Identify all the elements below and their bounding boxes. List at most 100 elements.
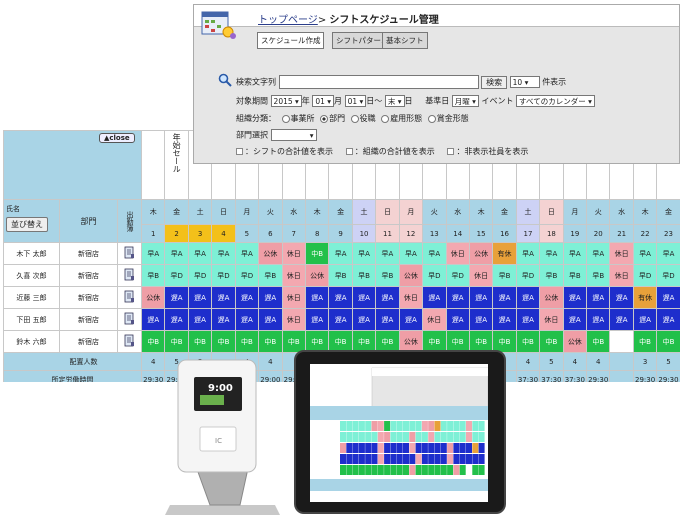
shift-cell[interactable]: 遅A: [468, 286, 494, 309]
shift-cell[interactable]: 早A: [211, 242, 236, 265]
shift-cell[interactable]: 休日: [422, 308, 447, 331]
date-cell[interactable]: 2: [164, 224, 189, 243]
shift-cell[interactable]: 遅A: [562, 308, 588, 331]
employee-name[interactable]: 近藤 三郎: [3, 286, 60, 309]
tab-basic-shift[interactable]: 基本シフト: [382, 32, 428, 49]
shift-cell[interactable]: 遅A: [656, 286, 680, 309]
shift-cell[interactable]: 中B: [632, 330, 658, 353]
date-cell[interactable]: 17: [515, 224, 541, 243]
shift-cell[interactable]: 早A: [539, 242, 564, 265]
shift-cell[interactable]: 中B: [539, 330, 564, 353]
attendance-book-icon[interactable]: [124, 246, 135, 259]
shift-cell[interactable]: 早B: [539, 264, 564, 287]
shift-cell[interactable]: 早A: [562, 242, 588, 265]
shift-cell[interactable]: 遅A: [609, 308, 634, 331]
shift-cell[interactable]: 早B: [258, 264, 283, 287]
radio-position[interactable]: [350, 114, 359, 123]
shift-cell[interactable]: 休日: [445, 242, 470, 265]
shift-cell[interactable]: 遅A: [422, 286, 447, 309]
shift-cell[interactable]: 早B: [562, 264, 588, 287]
shift-cell[interactable]: 休日: [281, 286, 306, 309]
date-cell[interactable]: 11: [375, 224, 400, 243]
shift-cell[interactable]: 遅A: [304, 286, 330, 309]
shift-cell[interactable]: 遅A: [351, 308, 377, 331]
date-cell[interactable]: 12: [398, 224, 424, 243]
close-button[interactable]: ▲close: [99, 133, 135, 143]
shift-cell[interactable]: 遅A: [398, 308, 424, 331]
shift-cell[interactable]: 早D: [234, 264, 260, 287]
attendance-book-icon[interactable]: [124, 290, 135, 303]
shift-cell[interactable]: 公休: [398, 264, 424, 287]
org-total-checkbox[interactable]: [345, 148, 353, 155]
day-select[interactable]: 01 ▾: [344, 95, 367, 107]
date-cell[interactable]: 1: [141, 224, 166, 243]
shift-cell[interactable]: 休日: [281, 308, 306, 331]
shift-cell[interactable]: 中B: [187, 330, 213, 353]
shift-cell[interactable]: 中B: [211, 330, 236, 353]
shift-cell[interactable]: 遅A: [445, 308, 470, 331]
shift-cell[interactable]: 遅A: [609, 286, 634, 309]
year-select[interactable]: 2015 ▾: [270, 95, 302, 107]
shift-cell[interactable]: 公休: [468, 242, 494, 265]
shift-cell[interactable]: 遅A: [211, 308, 236, 331]
shift-cell[interactable]: 遅A: [258, 286, 283, 309]
shift-cell[interactable]: 早D: [164, 264, 189, 287]
shift-cell[interactable]: 早A: [515, 242, 541, 265]
shift-cell[interactable]: 遅A: [141, 308, 166, 331]
shift-cell[interactable]: 中B: [164, 330, 189, 353]
shift-cell[interactable]: 早B: [586, 264, 611, 287]
breadcrumb-top[interactable]: トップページ: [258, 15, 318, 26]
dept-select[interactable]: ▾: [270, 129, 317, 141]
shift-cell[interactable]: 遅A: [211, 286, 236, 309]
shift-cell[interactable]: 早A: [164, 242, 189, 265]
shift-cell[interactable]: 早B: [351, 264, 377, 287]
shift-cell[interactable]: 公休: [562, 330, 588, 353]
per-page-select[interactable]: 10 ▾: [509, 76, 540, 88]
attendance-book-icon[interactable]: [124, 334, 135, 347]
employee-name[interactable]: 下田 五郎: [3, 308, 60, 331]
shift-cell[interactable]: 休日: [609, 242, 634, 265]
shift-cell[interactable]: 休日: [398, 286, 424, 309]
date-cell[interactable]: 3: [187, 224, 213, 243]
shift-cell[interactable]: 早A: [187, 242, 213, 265]
date-cell[interactable]: 19: [562, 224, 588, 243]
shift-cell[interactable]: 遅A: [515, 286, 541, 309]
employee-name[interactable]: 鈴木 六郎: [3, 330, 60, 353]
employee-name[interactable]: 久喜 次郎: [3, 264, 60, 287]
search-input[interactable]: [278, 75, 479, 89]
base-day-select[interactable]: 月曜 ▾: [451, 95, 479, 107]
shift-cell[interactable]: 早B: [492, 264, 517, 287]
shift-cell[interactable]: 遅A: [234, 286, 260, 309]
date-cell[interactable]: 9: [328, 224, 353, 243]
shift-cell[interactable]: 中B: [304, 242, 330, 265]
shift-cell[interactable]: 早D: [211, 264, 236, 287]
date-cell[interactable]: 10: [351, 224, 377, 243]
sort-button[interactable]: 並び替え: [6, 217, 48, 232]
shift-cell[interactable]: 遅A: [656, 308, 680, 331]
shift-cell[interactable]: 早A: [632, 242, 658, 265]
radio-office[interactable]: [281, 114, 290, 123]
date-cell[interactable]: 7: [281, 224, 306, 243]
shift-cell[interactable]: 早D: [632, 264, 658, 287]
tab-schedule[interactable]: スケジュール作成: [257, 32, 325, 49]
employee-name[interactable]: 木下 太郎: [3, 242, 60, 265]
radio-dept[interactable]: [320, 114, 329, 123]
shift-cell[interactable]: 早B: [375, 264, 400, 287]
shift-cell[interactable]: 早A: [398, 242, 424, 265]
date-cell[interactable]: 4: [211, 224, 236, 243]
shift-cell[interactable]: 中B: [656, 330, 680, 353]
shift-cell[interactable]: [609, 330, 634, 353]
shift-cell[interactable]: 中B: [234, 330, 260, 353]
shift-cell[interactable]: 早D: [656, 264, 680, 287]
date-cell[interactable]: 21: [609, 224, 634, 243]
shift-cell[interactable]: 遅A: [468, 308, 494, 331]
shift-cell[interactable]: 早A: [422, 242, 447, 265]
shift-cell[interactable]: 休日: [281, 264, 306, 287]
shift-cell[interactable]: 遅A: [586, 308, 611, 331]
shift-cell[interactable]: 遅A: [258, 308, 283, 331]
date-cell[interactable]: 13: [422, 224, 447, 243]
date-cell[interactable]: 5: [234, 224, 260, 243]
shift-cell[interactable]: 休日: [539, 308, 564, 331]
date-cell[interactable]: 22: [632, 224, 658, 243]
shift-cell[interactable]: 有休: [492, 242, 517, 265]
